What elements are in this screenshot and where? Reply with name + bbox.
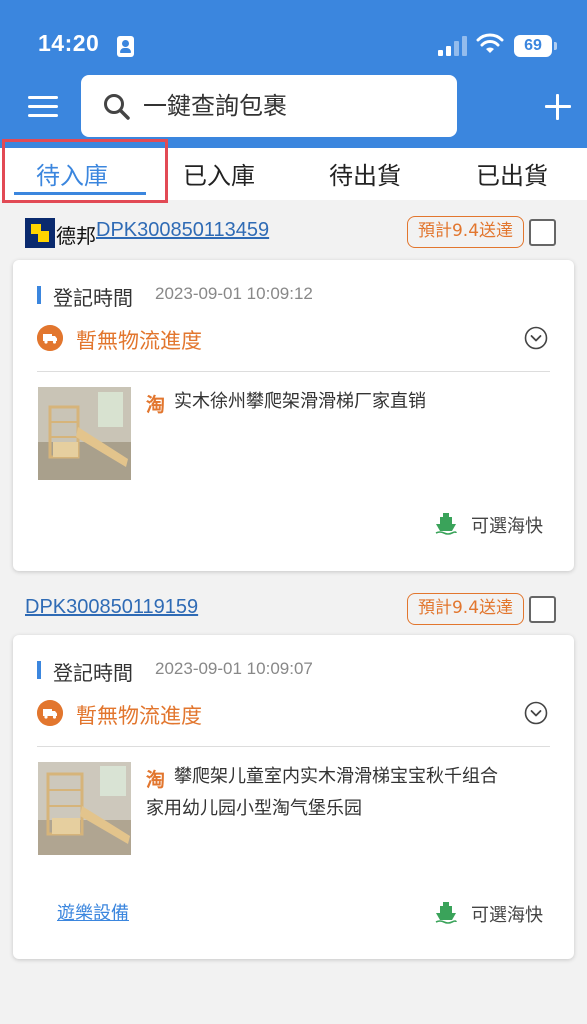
battery-tip bbox=[554, 42, 557, 50]
truck-icon bbox=[37, 700, 63, 726]
shipping-option: 可選海快 bbox=[471, 905, 543, 926]
package-card[interactable]: 登記時間 2023-09-01 10:09:12 暫無物流進度 淘 实木徐州攀爬… bbox=[13, 260, 574, 571]
product-name: 攀爬架儿童室内实木滑滑梯宝宝秋千组合家用幼儿园小型淘气堡乐园 bbox=[146, 761, 546, 825]
battery-icon: 69 bbox=[514, 35, 552, 57]
search-input[interactable] bbox=[143, 87, 443, 125]
product-name-line2: 家用幼儿园小型淘气堡乐园 bbox=[146, 798, 362, 819]
cellular-signal-icon bbox=[438, 36, 468, 56]
ship-icon bbox=[435, 902, 457, 924]
registration-time: 2023-09-01 10:09:12 bbox=[155, 284, 313, 303]
search-box[interactable] bbox=[81, 75, 457, 137]
registration-time: 2023-09-01 10:09:07 bbox=[155, 659, 313, 678]
truck-icon bbox=[37, 325, 63, 351]
select-checkbox[interactable] bbox=[529, 219, 556, 246]
product-name: 实木徐州攀爬架滑滑梯厂家直销 bbox=[146, 386, 546, 418]
tracking-number-link[interactable]: DPK300850119159 bbox=[25, 596, 198, 619]
eta-badge: 預計9.4送達 bbox=[407, 216, 524, 248]
wifi-icon bbox=[476, 33, 504, 53]
logistics-status: 暫無物流進度 bbox=[76, 704, 202, 728]
search-icon bbox=[104, 94, 130, 120]
tab-in-warehouse[interactable]: 已入庫 bbox=[183, 156, 255, 191]
registration-label: 登記時間 bbox=[53, 286, 133, 310]
package-card[interactable]: 登記時間 2023-09-01 10:09:07 暫無物流進度 淘 攀爬架儿童室… bbox=[13, 635, 574, 959]
select-checkbox[interactable] bbox=[529, 596, 556, 623]
carrier-logo-icon bbox=[25, 218, 55, 248]
package-header: DPK300850119159 預計9.4送達 bbox=[0, 591, 587, 629]
product-thumbnail[interactable] bbox=[38, 387, 131, 480]
accent-bar bbox=[37, 286, 41, 304]
chevron-down-icon[interactable] bbox=[524, 701, 548, 725]
tab-pending-shipment[interactable]: 待出貨 bbox=[329, 156, 401, 191]
tab-shipped[interactable]: 已出貨 bbox=[476, 156, 548, 191]
ship-icon bbox=[435, 513, 457, 535]
category-link[interactable]: 遊樂設備 bbox=[57, 899, 129, 925]
product-name-text: 实木徐州攀爬架滑滑梯厂家直销 bbox=[174, 391, 426, 412]
add-package-button[interactable] bbox=[545, 94, 571, 120]
tracking-number-link[interactable]: DPK300850113459 bbox=[96, 219, 269, 242]
chevron-down-icon[interactable] bbox=[524, 326, 548, 350]
divider bbox=[37, 371, 550, 372]
registration-label: 登記時間 bbox=[53, 661, 133, 685]
highlight-box bbox=[2, 139, 168, 203]
menu-button[interactable] bbox=[28, 96, 60, 118]
shipping-option: 可選海快 bbox=[471, 516, 543, 537]
divider bbox=[37, 746, 550, 747]
person-icon bbox=[117, 36, 134, 57]
carrier-name: 德邦 bbox=[56, 224, 96, 248]
status-time: 14:20 bbox=[38, 30, 100, 56]
product-name-line1: 攀爬架儿童室内实木滑滑梯宝宝秋千组合 bbox=[174, 766, 498, 787]
product-thumbnail[interactable] bbox=[38, 762, 131, 855]
package-header: 德邦 DPK300850113459 預計9.4送達 bbox=[0, 214, 587, 252]
logistics-status: 暫無物流進度 bbox=[76, 329, 202, 353]
eta-badge: 預計9.4送達 bbox=[407, 593, 524, 625]
accent-bar bbox=[37, 661, 41, 679]
app-header: 14:20 69 bbox=[0, 0, 587, 148]
